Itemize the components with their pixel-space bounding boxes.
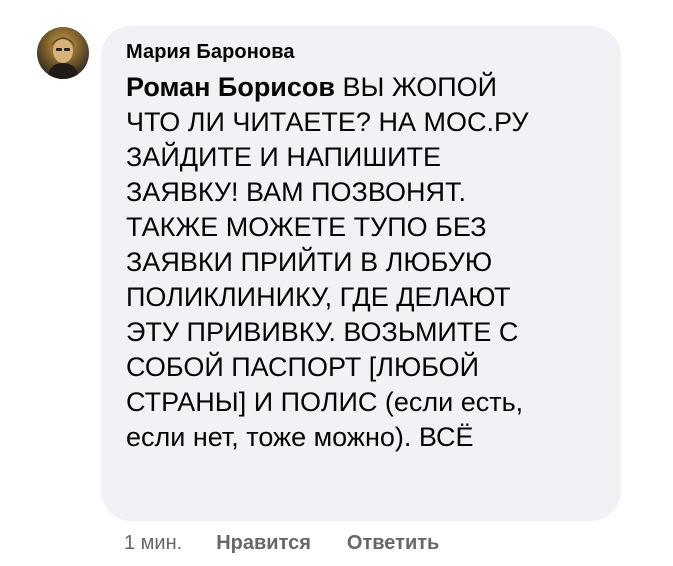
comment-timestamp[interactable]: 1 мин.	[124, 527, 182, 559]
comment-text: Роман Борисов ВЫ ЖОПОЙ ЧТО ЛИ ЧИТАЕТЕ? Н…	[126, 70, 597, 455]
reply-button[interactable]: Ответить	[347, 527, 439, 559]
avatar[interactable]	[37, 27, 89, 79]
comment-mention[interactable]: Роман Борисов	[126, 72, 335, 102]
comment-actions: 1 мин. Нравится Ответить	[124, 527, 475, 559]
like-button[interactable]: Нравится	[216, 527, 311, 559]
avatar-image	[47, 37, 79, 79]
comment-bubble: Мария Баронова Роман Борисов ВЫ ЖОПОЙ ЧТ…	[101, 26, 621, 521]
comment-author[interactable]: Мария Баронова	[126, 40, 597, 64]
comment-body: ВЫ ЖОПОЙ ЧТО ЛИ ЧИТАЕТЕ? НА МОС.РУ ЗАЙДИ…	[126, 72, 529, 452]
